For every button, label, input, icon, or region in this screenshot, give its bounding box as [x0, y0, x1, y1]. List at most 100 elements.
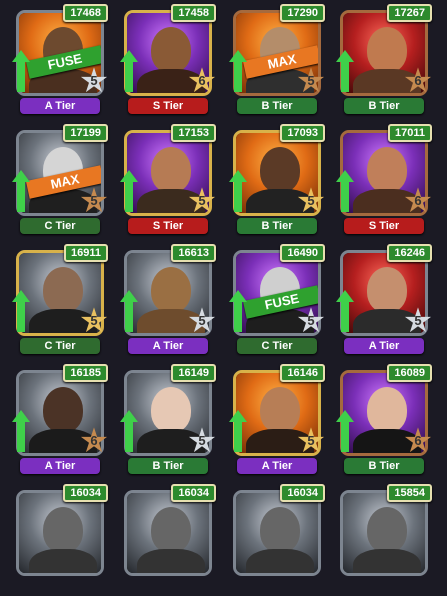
star-level: 6 — [90, 433, 98, 448]
card-9[interactable]: 16911 ★ 5 C Tier — [12, 244, 110, 356]
wrestler-body — [353, 549, 421, 573]
star-icon: ★ 6 — [402, 422, 434, 460]
power-score: 17011 — [388, 124, 432, 142]
up-arrow-icon — [120, 290, 138, 334]
tier-label: S Tier — [344, 218, 424, 234]
wrestler-body — [29, 549, 97, 573]
up-arrow-icon — [229, 410, 247, 454]
star-icon: ★ 6 — [186, 62, 218, 100]
power-score: 17290 — [280, 4, 325, 22]
tier-label: S Tier — [128, 218, 208, 234]
tier-label: C Tier — [20, 218, 100, 234]
star-level: 6 — [414, 193, 422, 208]
star-level: 5 — [90, 313, 98, 328]
tier-label: B Tier — [344, 458, 424, 474]
wrestler-portrait — [236, 493, 318, 573]
star-level: 5 — [307, 193, 315, 208]
wrestler-portrait — [343, 493, 425, 573]
tier-label: A Tier — [20, 458, 100, 474]
up-arrow-icon — [336, 50, 354, 94]
card-11[interactable]: FUSE 16490 ★ 5 C Tier — [229, 244, 327, 356]
star-level: 5 — [307, 433, 315, 448]
card-12[interactable]: 16246 ★ 5 A Tier — [336, 244, 434, 356]
star-level: 5 — [307, 73, 315, 88]
up-arrow-icon — [229, 50, 247, 94]
tier-label: A Tier — [128, 338, 208, 354]
power-score: 16185 — [63, 364, 108, 382]
wrestler-head — [367, 27, 407, 73]
card-16[interactable]: 16089 ★ 6 B Tier — [336, 364, 434, 476]
up-arrow-icon — [229, 290, 247, 334]
card-8[interactable]: 17011 ★ 6 S Tier — [336, 124, 433, 236]
card-3[interactable]: MAX 17290 ★ 5 B Tier — [229, 4, 326, 116]
wrestler-head — [151, 147, 191, 193]
card-5[interactable]: MAX 17199 ★ 5 C Tier — [12, 124, 110, 236]
power-score: 16034 — [171, 484, 216, 502]
wrestler-head — [151, 27, 191, 73]
wrestler-head — [367, 387, 407, 433]
card-6[interactable]: 17153 ★ 5 S Tier — [120, 124, 218, 236]
up-arrow-icon — [12, 290, 30, 334]
wrestler-head — [260, 147, 300, 193]
up-arrow-icon — [12, 410, 30, 454]
card-18[interactable]: 16034 — [120, 484, 216, 596]
portrait-frame — [233, 490, 321, 576]
star-level: 6 — [198, 73, 206, 88]
star-level: 5 — [90, 193, 98, 208]
power-score: 17199 — [63, 124, 108, 142]
up-arrow-icon — [229, 170, 247, 214]
wrestler-head — [43, 387, 83, 433]
card-19[interactable]: 16034 — [229, 484, 325, 596]
star-icon: ★ 5 — [78, 302, 110, 340]
star-icon: ★ 5 — [295, 302, 327, 340]
star-icon: ★ 5 — [186, 182, 218, 220]
star-icon: ★ 5 — [295, 422, 327, 460]
star-level: 5 — [307, 313, 315, 328]
wrestler-head — [367, 147, 407, 193]
tier-label: S Tier — [128, 98, 208, 114]
wrestler-head — [367, 507, 407, 553]
tier-label: B Tier — [237, 98, 317, 114]
wrestler-head — [43, 267, 83, 313]
up-arrow-icon — [12, 50, 30, 94]
tier-label: B Tier — [344, 98, 424, 114]
wrestler-head — [260, 387, 300, 433]
power-score: 17267 — [387, 4, 432, 22]
card-7[interactable]: 17093 ★ 5 B Tier — [229, 124, 327, 236]
portrait-frame — [124, 490, 212, 576]
tier-label: A Tier — [237, 458, 317, 474]
tier-label: C Tier — [20, 338, 100, 354]
portrait-frame — [16, 490, 104, 576]
wrestler-body — [246, 549, 314, 573]
power-score: 17153 — [171, 124, 216, 142]
card-13[interactable]: 16185 ★ 6 A Tier — [12, 364, 110, 476]
tier-label: A Tier — [20, 98, 100, 114]
card-2[interactable]: 17458 ★ 6 S Tier — [120, 4, 218, 116]
card-10[interactable]: 16613 ★ 5 A Tier — [120, 244, 218, 356]
power-score: 16089 — [387, 364, 432, 382]
star-icon: ★ 5 — [186, 422, 218, 460]
wrestler-head — [367, 267, 407, 313]
tier-label: B Tier — [128, 458, 208, 474]
card-1[interactable]: FUSE 17468 ★ 5 A Tier — [12, 4, 109, 116]
card-20[interactable]: 15854 — [336, 484, 432, 596]
power-score: 16146 — [280, 364, 325, 382]
star-icon: ★ 6 — [402, 62, 434, 100]
star-icon: ★ 5 — [402, 302, 434, 340]
power-score: 16613 — [171, 244, 216, 262]
star-icon: ★ 6 — [78, 422, 110, 460]
power-score: 17093 — [280, 124, 325, 142]
star-icon: ★ 5 — [186, 302, 218, 340]
wrestler-head — [43, 507, 83, 553]
wrestler-head — [151, 507, 191, 553]
card-15[interactable]: 16146 ★ 5 A Tier — [229, 364, 327, 476]
star-icon: ★ 5 — [78, 182, 110, 220]
star-level: 5 — [198, 433, 206, 448]
star-level: 6 — [414, 73, 422, 88]
card-17[interactable]: 16034 — [12, 484, 108, 596]
star-level: 5 — [198, 313, 206, 328]
star-icon: ★ 5 — [295, 182, 327, 220]
up-arrow-icon — [336, 170, 354, 214]
card-4[interactable]: 17267 ★ 6 B Tier — [336, 4, 434, 116]
card-14[interactable]: 16149 ★ 5 B Tier — [120, 364, 218, 476]
